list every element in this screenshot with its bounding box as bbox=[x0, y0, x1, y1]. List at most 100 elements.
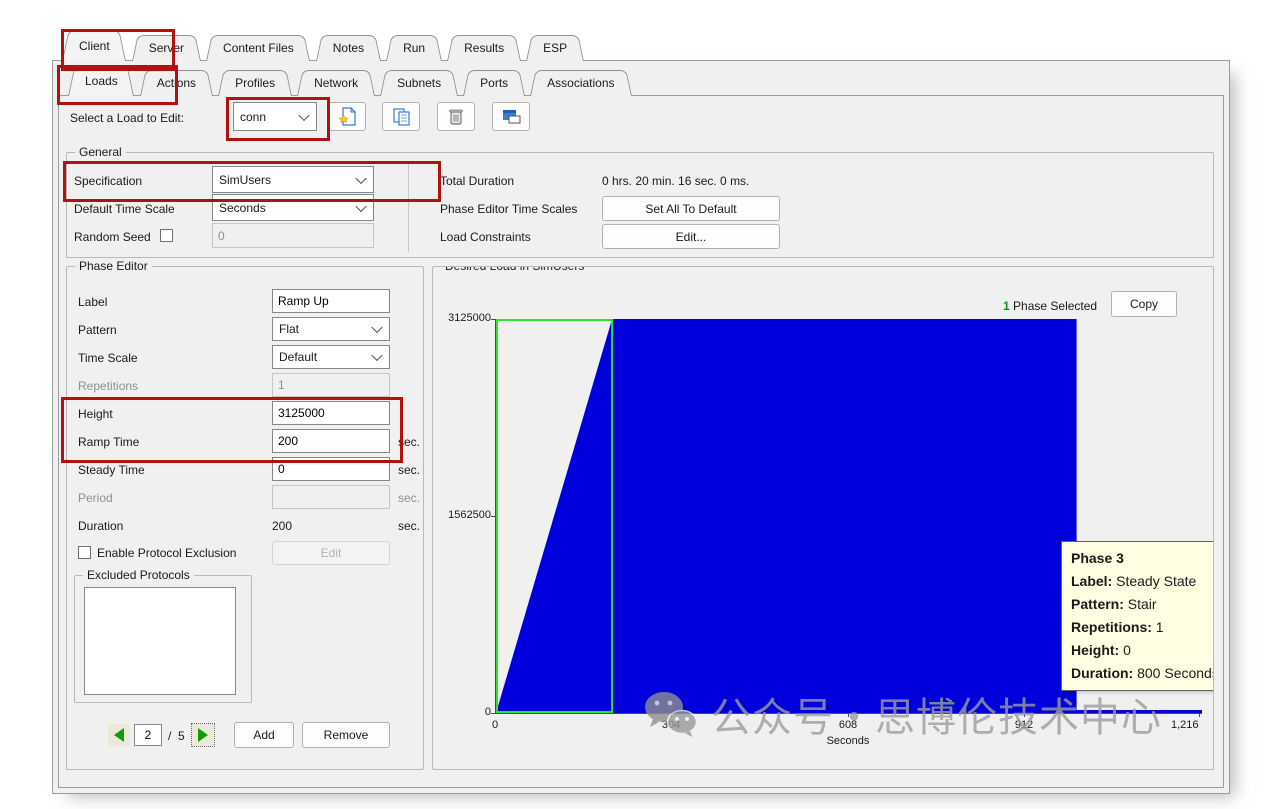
excluded-protocols-listbox[interactable] bbox=[84, 587, 236, 695]
tab-results[interactable]: Results bbox=[447, 35, 521, 61]
general-divider bbox=[408, 162, 409, 252]
total-duration-value: 0 hrs. 20 min. 16 sec. 0 ms. bbox=[602, 174, 749, 188]
total-duration-label: Total Duration bbox=[440, 174, 514, 188]
tab-content-files[interactable]: Content Files bbox=[206, 35, 311, 61]
chevron-down-icon bbox=[355, 200, 366, 211]
tab-server[interactable]: Server bbox=[132, 35, 201, 61]
time-scale-label: Time Scale bbox=[78, 351, 138, 365]
client-sub-tab-bar: Loads Actions Profiles Network Subnets P… bbox=[68, 65, 632, 96]
height-input[interactable] bbox=[272, 401, 390, 425]
load-select[interactable]: conn bbox=[233, 102, 317, 131]
pattern-select[interactable]: Flat bbox=[272, 317, 390, 341]
rename-load-icon bbox=[502, 108, 521, 125]
phase-label-label: Label bbox=[78, 295, 107, 309]
duration-label: Duration bbox=[78, 519, 123, 533]
load-constraints-label: Load Constraints bbox=[440, 230, 531, 244]
remove-phase-button[interactable]: Remove bbox=[302, 722, 390, 748]
left-arrow-icon bbox=[114, 728, 124, 742]
x-tick-label: 1,216 bbox=[1171, 719, 1199, 731]
tab-actions[interactable]: Actions bbox=[140, 70, 213, 96]
period-input[interactable] bbox=[272, 485, 390, 509]
repetitions-label: Repetitions bbox=[78, 379, 138, 393]
chevron-down-icon bbox=[371, 322, 382, 333]
chevron-down-icon bbox=[298, 109, 309, 120]
tab-esp[interactable]: ESP bbox=[526, 35, 584, 61]
copy-phases-button[interactable]: Copy bbox=[1111, 291, 1177, 317]
select-load-label: Select a Load to Edit: bbox=[70, 111, 184, 125]
copy-load-button[interactable] bbox=[382, 102, 420, 131]
next-phase-button[interactable] bbox=[192, 724, 214, 746]
y-tick-label: 3125000 bbox=[435, 312, 491, 324]
steady-time-input[interactable] bbox=[272, 457, 390, 481]
tooltip-row: Duration: 800 Seconds bbox=[1071, 662, 1214, 685]
tooltip-row: Repetitions: 1 bbox=[1071, 616, 1214, 639]
height-label: Height bbox=[78, 407, 113, 421]
ramp-time-label: Ramp Time bbox=[78, 435, 139, 449]
steady-time-unit: sec. bbox=[398, 463, 420, 477]
phase-number-input[interactable] bbox=[134, 724, 162, 746]
rename-load-button[interactable] bbox=[492, 102, 530, 131]
tooltip-row: Label: Steady State bbox=[1071, 570, 1214, 593]
delete-load-icon bbox=[447, 107, 465, 126]
random-seed-checkbox[interactable] bbox=[160, 229, 173, 242]
protocol-exclusion-edit-button[interactable]: Edit bbox=[272, 541, 390, 565]
enable-protocol-exclusion-checkbox[interactable] bbox=[78, 546, 91, 559]
time-scale-select[interactable]: Default bbox=[272, 345, 390, 369]
add-phase-button[interactable]: Add bbox=[234, 722, 294, 748]
x-tick-label: 304 bbox=[662, 719, 680, 731]
desired-load-group-title: Desired Load in SimUsers bbox=[441, 266, 588, 273]
steady-time-label: Steady Time bbox=[78, 463, 145, 477]
main-tab-bar: Client Server Content Files Notes Run Re… bbox=[62, 30, 584, 61]
set-all-to-default-button[interactable]: Set All To Default bbox=[602, 196, 780, 221]
ramp-time-unit: sec. bbox=[398, 435, 420, 449]
x-tick-label: 912 bbox=[1015, 719, 1033, 731]
phase-tooltip: Phase 3 Label: Steady State Pattern: Sta… bbox=[1061, 541, 1214, 691]
new-load-icon bbox=[338, 107, 357, 126]
tab-subnets[interactable]: Subnets bbox=[380, 70, 458, 96]
avalanche-loads-screen: Client Server Content Files Notes Run Re… bbox=[0, 0, 1265, 809]
x-axis-title: Seconds bbox=[827, 735, 870, 747]
y-tick-label: 0 bbox=[435, 706, 491, 718]
repetitions-input[interactable] bbox=[272, 373, 390, 397]
specification-select[interactable]: SimUsers bbox=[212, 166, 374, 193]
tab-ports[interactable]: Ports bbox=[463, 70, 525, 96]
previous-phase-button[interactable] bbox=[108, 724, 130, 746]
phase-label-input[interactable] bbox=[272, 289, 390, 313]
right-arrow-icon bbox=[198, 728, 208, 742]
tab-associations[interactable]: Associations bbox=[530, 70, 631, 96]
default-time-scale-select[interactable]: Seconds bbox=[212, 194, 374, 221]
tab-network[interactable]: Network bbox=[297, 70, 375, 96]
random-seed-label: Random Seed bbox=[74, 230, 151, 244]
enable-protocol-exclusion-label: Enable Protocol Exclusion bbox=[97, 546, 236, 560]
y-tick-label: 1562500 bbox=[435, 509, 491, 521]
tooltip-row: Height: 0 bbox=[1071, 639, 1214, 662]
period-unit: sec. bbox=[398, 491, 420, 505]
phase-count-total: 5 bbox=[178, 729, 185, 743]
tooltip-title: Phase 3 bbox=[1071, 547, 1214, 570]
tab-loads[interactable]: Loads bbox=[68, 65, 135, 96]
tab-run[interactable]: Run bbox=[386, 35, 442, 61]
chevron-down-icon bbox=[371, 350, 382, 361]
duration-value: 200 bbox=[272, 519, 292, 533]
tab-client[interactable]: Client bbox=[62, 30, 127, 61]
x-tick-label: 608 bbox=[839, 719, 857, 731]
pattern-label: Pattern bbox=[78, 323, 117, 337]
general-group-title: General bbox=[75, 145, 126, 159]
copy-load-icon bbox=[392, 107, 411, 126]
phase-selected-status: 1 Phase Selected bbox=[1003, 299, 1097, 313]
tooltip-row: Pattern: Stair bbox=[1071, 593, 1214, 616]
delete-load-button[interactable] bbox=[437, 102, 475, 131]
duration-unit: sec. bbox=[398, 519, 420, 533]
phase-selected-count: 1 bbox=[1003, 299, 1010, 313]
random-seed-input[interactable] bbox=[212, 223, 374, 248]
ramp-time-input[interactable] bbox=[272, 429, 390, 453]
desired-load-group: Desired Load in SimUsers 1 Phase Selecte… bbox=[432, 266, 1214, 770]
chevron-down-icon bbox=[355, 172, 366, 183]
tab-notes[interactable]: Notes bbox=[316, 35, 381, 61]
new-load-button[interactable] bbox=[328, 102, 366, 131]
tab-profiles[interactable]: Profiles bbox=[218, 70, 292, 96]
load-constraints-edit-button[interactable]: Edit... bbox=[602, 224, 780, 249]
phase-count-separator: / bbox=[168, 729, 171, 743]
period-label: Period bbox=[78, 491, 113, 505]
phase-editor-group-title: Phase Editor bbox=[75, 259, 152, 273]
